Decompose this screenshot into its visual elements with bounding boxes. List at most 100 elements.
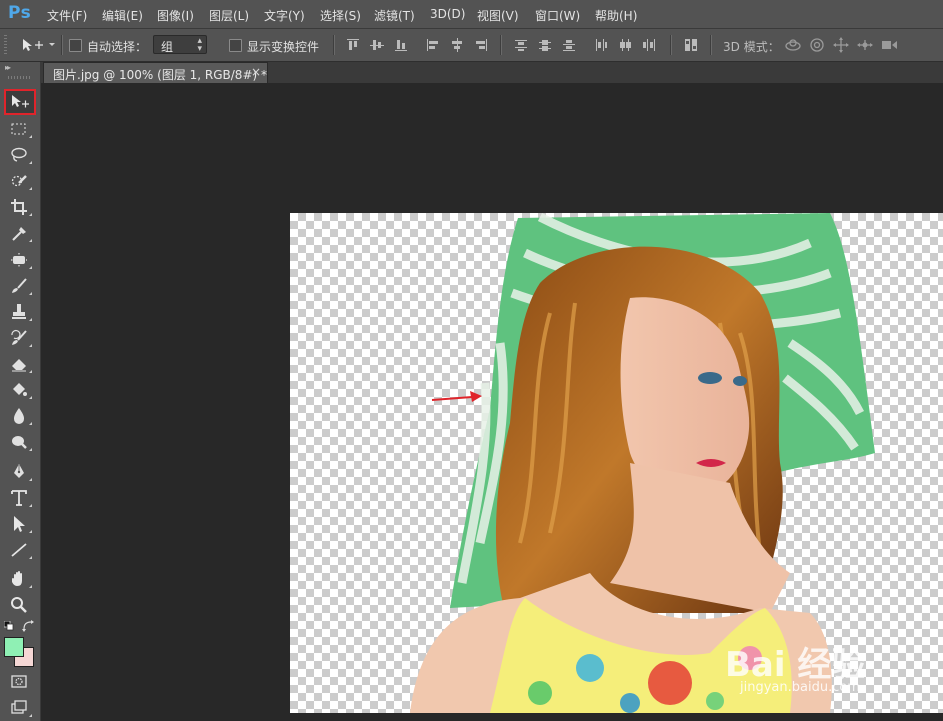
clone-stamp-tool[interactable] [5, 300, 35, 324]
distribute-top-button[interactable] [514, 38, 528, 52]
foreground-color-swatch[interactable] [4, 637, 24, 657]
hand-icon [12, 571, 22, 586]
line-icon [11, 543, 27, 557]
tool-preset-picker[interactable] [22, 37, 56, 53]
healing-icon [11, 253, 27, 267]
eraser-tool[interactable] [5, 352, 35, 376]
stamp-icon [12, 304, 26, 319]
align-bottom-edges-button[interactable] [394, 38, 408, 52]
quick-mask-icon [11, 675, 27, 688]
menu-filter[interactable]: 滤镜(T) [374, 7, 415, 24]
red-arrow-annotation [431, 391, 482, 402]
healing-brush-tool[interactable] [5, 248, 35, 272]
document-canvas[interactable]: Bai 经验 jingyan.baidu.com [290, 213, 943, 713]
distribute-bottom-button[interactable] [562, 38, 576, 52]
watermark-url: jingyan.baidu.com [740, 680, 860, 695]
menu-file[interactable]: 文件(F) [47, 7, 87, 24]
pen-tool[interactable] [5, 460, 35, 484]
menu-3d[interactable]: 3D(D) [430, 7, 465, 21]
quick-select-icon [11, 175, 27, 187]
align-vcenter-icon [370, 40, 384, 50]
menu-help[interactable]: 帮助(H) [595, 7, 637, 24]
screen-mode-button[interactable] [5, 696, 35, 720]
align-top-edges-button[interactable] [346, 38, 360, 52]
menu-bar: Ps 文件(F) 编辑(E) 图像(I) 图层(L) 文字(Y) 选择(S) 滤… [0, 0, 943, 29]
path-selection-tool[interactable] [5, 512, 35, 536]
document-tab-bar: 图片.jpg @ 100% (图层 1, RGB/8#) * × [41, 62, 943, 83]
pan-3d-button[interactable] [832, 36, 850, 54]
dodge-icon [12, 436, 27, 449]
history-brush-tool[interactable] [5, 326, 35, 350]
show-transform-label: 显示变换控件 [247, 40, 320, 54]
auto-select-target-value: 组 [161, 40, 174, 54]
blur-tool[interactable] [5, 404, 35, 428]
paint-bucket-tool[interactable] [5, 378, 35, 402]
distribute-hcenter-icon [620, 39, 631, 51]
default-colors-icon[interactable] [4, 621, 14, 631]
align-horizontal-centers-button[interactable] [450, 38, 464, 52]
show-transform-checkbox[interactable] [229, 39, 242, 52]
menu-layer[interactable]: 图层(L) [209, 7, 249, 24]
type-icon [11, 490, 27, 506]
align-left-edges-button[interactable] [426, 38, 440, 52]
slide-3d-button[interactable] [856, 36, 874, 54]
auto-select-target-dropdown[interactable]: 组 ▴ ▾ [153, 35, 207, 54]
align-right-edges-button[interactable] [474, 38, 488, 52]
auto-align-layers-button[interactable] [684, 38, 698, 52]
options-bar: 自动选择： 组 ▴ ▾ 显示变换控件 3D 模式： [0, 29, 943, 62]
line-tool[interactable] [5, 538, 35, 562]
distribute-vcenter-button[interactable] [538, 38, 552, 52]
align-vertical-centers-button[interactable] [370, 38, 384, 52]
roll-3d-icon [810, 38, 824, 52]
eyedropper-icon [12, 227, 26, 241]
blur-icon [14, 408, 24, 424]
collapse-panel-icon[interactable]: ▸▸ [5, 63, 11, 72]
orbit-3d-button[interactable] [784, 36, 802, 54]
options-bar-grip[interactable] [4, 35, 7, 55]
lasso-tool[interactable] [5, 143, 35, 167]
menu-type[interactable]: 文字(Y) [264, 7, 305, 24]
type-tool[interactable] [5, 486, 35, 510]
crop-tool[interactable] [5, 195, 35, 219]
marquee-tool[interactable] [5, 117, 35, 141]
menu-select[interactable]: 选择(S) [320, 7, 361, 24]
eyedropper-tool[interactable] [5, 221, 35, 245]
swap-colors-icon[interactable] [22, 620, 34, 632]
auto-align-icon [685, 39, 697, 51]
distribute-right-icon [643, 39, 655, 51]
align-left-icon [427, 39, 438, 51]
zoom-icon [11, 597, 27, 613]
dodge-tool[interactable] [5, 430, 35, 454]
menu-edit[interactable]: 编辑(E) [102, 7, 143, 24]
scale-3d-button[interactable] [880, 36, 898, 54]
zoom-tool[interactable] [5, 593, 35, 617]
quick-mask-button[interactable] [5, 670, 35, 694]
menu-view[interactable]: 视图(V) [477, 7, 519, 24]
menu-image[interactable]: 图像(I) [157, 7, 194, 24]
auto-select-checkbox[interactable] [69, 39, 82, 52]
crop-icon [11, 199, 27, 215]
distribute-top-icon [515, 40, 527, 51]
distribute-left-button[interactable] [594, 38, 608, 52]
hand-tool[interactable] [5, 567, 35, 591]
distribute-hcenter-button[interactable] [618, 38, 632, 52]
quick-select-tool[interactable] [5, 169, 35, 193]
move-tool[interactable] [4, 89, 36, 115]
watermark-logo: Bai 经验 [725, 645, 866, 685]
history-brush-icon [11, 329, 27, 345]
move-icon [23, 39, 55, 51]
menu-window[interactable]: 窗口(W) [535, 7, 580, 24]
app-logo: Ps [8, 3, 32, 23]
tools-panel: ▸▸ [0, 62, 41, 721]
distribute-right-button[interactable] [642, 38, 656, 52]
tools-panel-grip[interactable] [8, 76, 30, 79]
roll-3d-button[interactable] [808, 36, 826, 54]
separator [710, 35, 712, 55]
close-icon[interactable]: × [251, 65, 261, 79]
dropdown-arrows-icon: ▴ ▾ [197, 36, 202, 54]
distribute-vcenter-icon [539, 40, 551, 51]
brush-tool[interactable] [5, 274, 35, 298]
distribute-left-icon [596, 39, 607, 51]
separator [333, 35, 335, 55]
document-tab[interactable]: 图片.jpg @ 100% (图层 1, RGB/8#) * × [43, 62, 268, 83]
